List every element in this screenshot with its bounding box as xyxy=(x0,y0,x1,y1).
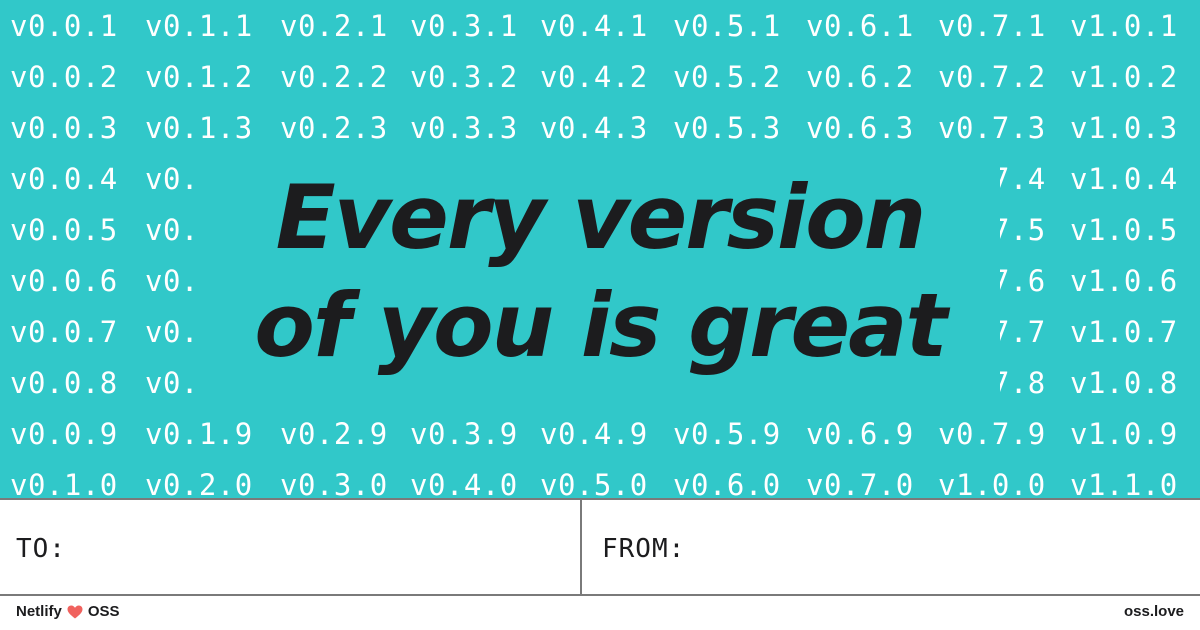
version-label: v0.1.0 xyxy=(10,468,118,498)
version-label: v1.0.7 xyxy=(1070,315,1178,349)
version-label: v0.6.0 xyxy=(673,468,781,498)
version-label: v1.0.5 xyxy=(1070,213,1178,247)
headline: Every version of you is great xyxy=(200,164,1000,380)
version-label: v1.0.0 xyxy=(938,468,1046,498)
version-label: v0.0.4 xyxy=(10,162,118,196)
version-label: v0.0.3 xyxy=(10,111,118,145)
version-label: v0.0.5 xyxy=(10,213,118,247)
version-label: v0.6.9 xyxy=(806,417,914,451)
version-row: v0.0.3 v0.1.3 v0.2.3 v0.3.3 v0.4.3 v0.5.3 v0.6… xyxy=(0,102,1200,154)
version-label: v0.1.9 xyxy=(145,417,253,451)
to-from-card: TO: FROM: xyxy=(0,498,1200,596)
version-label: v0.2.2 xyxy=(280,60,388,94)
version-label: v1.0.9 xyxy=(1070,417,1178,451)
version-label: v0.1.2 xyxy=(145,60,253,94)
version-label: v0.2.1 xyxy=(280,9,388,43)
version-label: v1.1.0 xyxy=(1070,468,1178,498)
version-label: v1.0.6 xyxy=(1070,264,1178,298)
version-label: v0.6.1 xyxy=(806,9,914,43)
brand-oss: OSS xyxy=(87,603,120,620)
version-label: v0.4.3 xyxy=(540,111,648,145)
version-label: v0.7.2 xyxy=(938,60,1046,94)
version-label: v1.0.2 xyxy=(1070,60,1178,94)
version-label: v0.3.2 xyxy=(410,60,518,94)
version-label: v0.0.9 xyxy=(10,417,118,451)
version-label: v0.2.3 xyxy=(280,111,388,145)
version-label: v0.4.1 xyxy=(540,9,648,43)
from-field[interactable]: FROM: xyxy=(582,500,1200,594)
to-field[interactable]: TO: xyxy=(0,500,582,594)
version-row: v0.0.1 v0.1.1 v0.2.1 v0.3.1 v0.4.1 v0.5.1 v0.6… xyxy=(0,0,1200,52)
version-label: v0.5.9 xyxy=(673,417,781,451)
version-label: v0.2.0 xyxy=(145,468,253,498)
to-label: TO: xyxy=(16,534,66,564)
version-label: v0.4.0 xyxy=(410,468,518,498)
version-label: v0.5.0 xyxy=(540,468,648,498)
version-label: v0.7.9 xyxy=(938,417,1046,451)
version-label: v0.5.3 xyxy=(673,111,781,145)
version-label: v0.2.9 xyxy=(280,417,388,451)
version-label: v1.0.3 xyxy=(1070,111,1178,145)
version-label: v0.3.3 xyxy=(410,111,518,145)
brand-netlify: Netlify xyxy=(16,603,62,620)
version-label: v0.7.1 xyxy=(938,9,1046,43)
version-label: v0.0.8 xyxy=(10,366,118,400)
version-label: v1.0.1 xyxy=(1070,9,1178,43)
version-label: v1.0.8 xyxy=(1070,366,1178,400)
version-label: v0.7.0 xyxy=(806,468,914,498)
version-label: v0.5.2 xyxy=(673,60,781,94)
version-label: v0.0.6 xyxy=(10,264,118,298)
version-label: v0.5.1 xyxy=(673,9,781,43)
version-row: v0.0.2 v0.1.2 v0.2.2 v0.3.2 v0.4.2 v0.5.2 v0.6… xyxy=(0,51,1200,103)
version-label: v0.3.0 xyxy=(280,468,388,498)
version-label: v0.3.9 xyxy=(410,417,518,451)
version-label: v0.6.2 xyxy=(806,60,914,94)
version-label: v0.0.7 xyxy=(10,315,118,349)
version-label: v0.7.3 xyxy=(938,111,1046,145)
heart-icon xyxy=(67,605,83,618)
version-label: v0.0.1 xyxy=(10,9,118,43)
version-banner: v0.0.1 v0.1.1 v0.2.1 v0.3.1 v0.4.1 v0.5.1 v0.6… xyxy=(0,0,1200,498)
version-row: v0.1.0 v0.2.0 v0.3.0 v0.4.0 v0.5.0 v0.6.0 v0.7… xyxy=(0,459,1200,498)
headline-box: Every version of you is great xyxy=(200,156,1000,396)
version-label: v0.1.3 xyxy=(145,111,253,145)
footer: Netlify OSS oss.love xyxy=(0,596,1200,630)
version-label: v0.4.2 xyxy=(540,60,648,94)
version-label: v0.4.9 xyxy=(540,417,648,451)
from-label: FROM: xyxy=(602,534,686,564)
version-label: v0.0.2 xyxy=(10,60,118,94)
brand: Netlify OSS xyxy=(16,603,120,620)
headline-line-2: of you is great xyxy=(254,274,947,377)
version-label: v0.1.1 xyxy=(145,9,253,43)
site-link[interactable]: oss.love xyxy=(1124,603,1184,620)
version-row: v0.0.9 v0.1.9 v0.2.9 v0.3.9 v0.4.9 v0.5.9 v0.6… xyxy=(0,408,1200,460)
version-label: v0.3.1 xyxy=(410,9,518,43)
version-label: v0.6.3 xyxy=(806,111,914,145)
version-label: v1.0.4 xyxy=(1070,162,1178,196)
headline-line-1: Every version xyxy=(275,166,927,269)
